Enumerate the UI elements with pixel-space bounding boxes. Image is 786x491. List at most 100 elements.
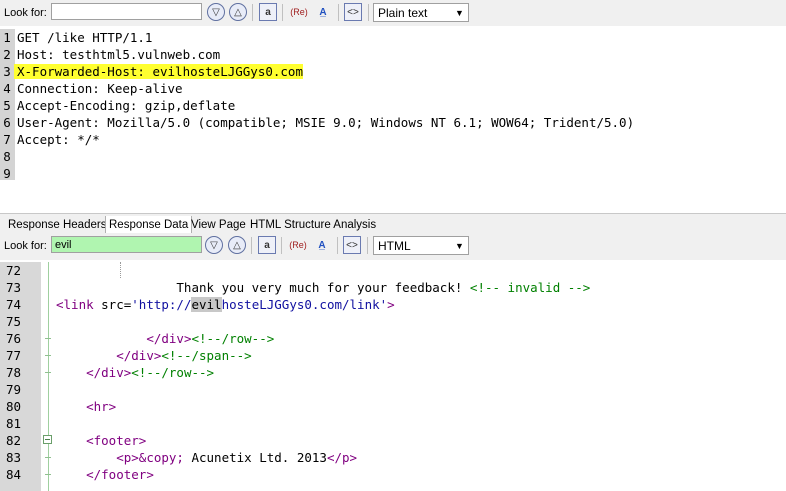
- match-case-button[interactable]: a: [259, 3, 277, 21]
- toolbar-separator: [337, 237, 338, 254]
- fold-toggle-icon[interactable]: [43, 435, 52, 444]
- syntax-select[interactable]: HTML ▼: [373, 236, 469, 255]
- code-token: <!--/row-->: [191, 331, 275, 346]
- line-number: 81: [6, 416, 22, 431]
- code-line: 75: [0, 313, 786, 330]
- look-for-label: Look for:: [4, 7, 47, 19]
- line-number: 1: [3, 30, 11, 45]
- toolbar-separator: [338, 4, 339, 21]
- match-case-icon: a: [265, 6, 271, 18]
- code-line: 72: [0, 262, 786, 279]
- request-line: 1 GET /like HTTP/1.1: [0, 29, 152, 46]
- toolbar-separator: [282, 4, 283, 21]
- request-line: 5 Accept-Encoding: gzip,deflate: [0, 97, 235, 114]
- request-line-text: User-Agent: Mozilla/5.0 (compatible; MSI…: [17, 115, 635, 130]
- code-line: 76 </div><!--/row-->: [0, 330, 786, 347]
- code-token: </div>: [116, 348, 162, 363]
- code-token: &copy;: [138, 450, 184, 465]
- syntax-select-value: Plain text: [378, 6, 428, 20]
- chevron-up-icon: △: [234, 6, 242, 18]
- code-text: </footer>: [56, 466, 154, 483]
- code-text: </div><!--/row-->: [56, 330, 274, 347]
- find-previous-button[interactable]: △: [229, 3, 247, 21]
- fold-marker: [45, 338, 51, 339]
- regex-button[interactable]: (Re): [289, 236, 307, 254]
- line-number: 72: [6, 263, 22, 278]
- line-number: 9: [3, 166, 11, 181]
- code-token: <p>: [116, 450, 139, 465]
- chevron-up-icon: △: [233, 239, 241, 251]
- tab-response-headers[interactable]: Response Headers: [5, 216, 109, 234]
- look-for-label: Look for:: [4, 240, 47, 252]
- code-line: 82 <footer>: [0, 432, 786, 449]
- request-line: 7 Accept: */*: [0, 131, 100, 148]
- code-token: </div>: [86, 365, 132, 380]
- syntax-select[interactable]: Plain text ▼: [373, 3, 469, 22]
- request-line-text: Accept-Encoding: gzip,deflate: [17, 98, 236, 113]
- toolbar-separator: [252, 4, 253, 21]
- request-editor[interactable]: 1 GET /like HTTP/1.1 2 Host: testhtml5.vuln…: [0, 29, 786, 207]
- code-token: <!-- invalid -->: [469, 280, 591, 295]
- code-token: Thank you very much for your feedback!: [56, 280, 470, 295]
- code-text: <link src='http://evilhosteLJGGys0.com/l…: [56, 296, 395, 313]
- code-token: hosteLJGGys0.com/link': [221, 297, 388, 312]
- code-view-icon: <>: [347, 6, 359, 18]
- code-token: </div>: [146, 331, 192, 346]
- find-next-button[interactable]: ▽: [207, 3, 225, 21]
- chevron-down-icon[interactable]: ▼: [451, 4, 468, 21]
- regex-icon: (Re): [290, 7, 308, 17]
- line-number: 73: [6, 280, 22, 295]
- request-line-text: Connection: Keep-alive: [17, 81, 183, 96]
- fold-marker: [45, 355, 51, 356]
- request-line-text: [14, 149, 17, 164]
- line-number: 3: [3, 64, 11, 79]
- response-search-input[interactable]: [51, 236, 202, 253]
- code-text: </div><!--/row-->: [56, 364, 214, 381]
- highlight-all-button[interactable]: A̲: [313, 236, 331, 254]
- code-view-button[interactable]: <>: [344, 3, 362, 21]
- tab-view-page[interactable]: View Page: [188, 216, 249, 234]
- toolbar-separator: [281, 237, 282, 254]
- chevron-down-icon: ▽: [210, 239, 218, 251]
- highlight-all-button[interactable]: A̲: [314, 3, 332, 21]
- response-editor[interactable]: 72 73 Thank you very much for your feedba…: [0, 262, 786, 491]
- regex-button[interactable]: (Re): [290, 3, 308, 21]
- line-number: 83: [6, 450, 22, 465]
- request-line-text: Host: testhtml5.vulnweb.com: [17, 47, 221, 62]
- match-case-button[interactable]: a: [258, 236, 276, 254]
- fold-marker: [45, 372, 51, 373]
- find-previous-button[interactable]: △: [228, 236, 246, 254]
- code-text: Thank you very much for your feedback! <…: [56, 279, 590, 296]
- response-toolbar: Look for: ▽ △ a (Re) A̲ <> HTML ▼: [0, 233, 786, 260]
- code-text: <p>&copy; Acunetix Ltd. 2013</p>: [56, 449, 357, 466]
- line-number: 80: [6, 399, 22, 414]
- line-number: 78: [6, 365, 22, 380]
- find-next-button[interactable]: ▽: [205, 236, 223, 254]
- code-token: <link: [56, 297, 102, 312]
- code-token: src=: [101, 297, 132, 312]
- chevron-down-icon[interactable]: ▼: [451, 237, 468, 254]
- code-token: 'http://: [131, 297, 192, 312]
- code-view-icon: <>: [346, 239, 358, 251]
- request-line-text: [14, 166, 17, 181]
- tab-response-data[interactable]: Response Data: [105, 216, 193, 234]
- line-number: 75: [6, 314, 22, 329]
- code-line: 78 </div><!--/row-->: [0, 364, 786, 381]
- line-number: 2: [3, 47, 11, 62]
- code-line: 73 Thank you very much for your feedback…: [0, 279, 786, 296]
- request-search-input[interactable]: [51, 3, 202, 20]
- tab-html-structure-analysis[interactable]: HTML Structure Analysis: [247, 216, 379, 234]
- request-toolbar: Look for: ▽ △ a (Re) A̲ <> Plain text ▼: [0, 0, 786, 26]
- line-number: 74: [6, 297, 22, 312]
- code-token: Acunetix Ltd. 2013: [183, 450, 327, 465]
- chevron-down-icon: ▽: [212, 6, 220, 18]
- request-line: 9: [0, 165, 17, 182]
- highlight-all-icon: A̲: [319, 6, 327, 18]
- code-view-button[interactable]: <>: [343, 236, 361, 254]
- line-number: 4: [3, 81, 11, 96]
